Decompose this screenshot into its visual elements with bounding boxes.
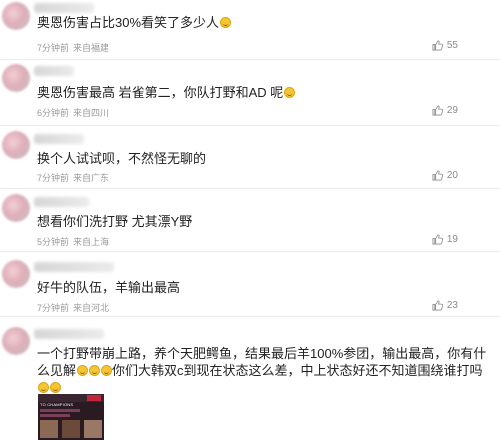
comment-feed: 奥恩伤害占比30%看笑了多少人 7分钟前 来自福建 55 奥恩伤害最高 岩雀第二，… bbox=[0, 0, 500, 440]
comment-text-content: 奥恩伤害占比30%看笑了多少人 bbox=[37, 15, 220, 30]
comment-time: 6分钟前 bbox=[37, 108, 70, 118]
thumbnail-title: TO CHAMPIONS bbox=[40, 402, 74, 407]
comment-source: 来自上海 bbox=[73, 237, 110, 247]
avatar[interactable] bbox=[2, 260, 30, 288]
comment-item: 好牛的队伍，羊输出最高 7分钟前 来自河北 23 bbox=[0, 252, 500, 317]
smile-emoji-icon bbox=[101, 365, 113, 376]
comment-item: 奥恩伤害占比30%看笑了多少人 7分钟前 来自福建 55 bbox=[0, 0, 500, 60]
comment-item: 想看你们洗打野 尤其漂Y野 5分钟前 来自上海 19 bbox=[0, 189, 500, 252]
thumbnail-portrait bbox=[62, 420, 80, 438]
smile-emoji-icon bbox=[77, 365, 89, 376]
comment-source: 来自福建 bbox=[73, 43, 110, 53]
like-button[interactable]: 23 bbox=[432, 300, 458, 311]
smile-emoji-icon bbox=[89, 365, 101, 376]
like-count: 55 bbox=[446, 40, 458, 51]
like-button[interactable]: 29 bbox=[432, 105, 458, 116]
thumbs-up-icon bbox=[432, 105, 443, 116]
comment-source: 来自四川 bbox=[73, 108, 110, 118]
username[interactable] bbox=[34, 262, 114, 272]
comment-text-content: 想看你们洗打野 尤其漂Y野 bbox=[37, 214, 193, 229]
username[interactable] bbox=[34, 329, 104, 339]
comment-text: 想看你们洗打野 尤其漂Y野 bbox=[37, 213, 192, 231]
thumbs-up-icon bbox=[432, 300, 443, 311]
username[interactable] bbox=[34, 66, 74, 76]
laughing-emoji-icon bbox=[220, 17, 232, 28]
smile-emoji-icon bbox=[50, 382, 61, 393]
comment-meta: 7分钟前 来自福建 bbox=[37, 41, 109, 54]
comment-text: 奥恩伤害占比30%看笑了多少人 bbox=[37, 14, 232, 32]
comment-text: 一个打野带崩上路，养个天肥鳄鱼，结果最后羊100%参团，输出最高，你有什么见解你… bbox=[37, 345, 487, 396]
avatar[interactable] bbox=[2, 2, 30, 30]
comment-item: 奥恩伤害最高 岩雀第二，你队打野和AD 呢 6分钟前 来自四川 29 bbox=[0, 60, 500, 126]
username[interactable] bbox=[34, 197, 89, 207]
comment-text: 奥恩伤害最高 岩雀第二，你队打野和AD 呢 bbox=[37, 84, 296, 102]
like-count: 23 bbox=[446, 300, 458, 311]
avatar[interactable] bbox=[2, 64, 30, 92]
username[interactable] bbox=[34, 3, 94, 13]
comment-text-content: 换个人试试呗，不然怪无聊的 bbox=[37, 151, 207, 166]
thumbs-up-icon bbox=[432, 40, 443, 51]
thumbnail-bar bbox=[40, 414, 70, 417]
like-button[interactable]: 19 bbox=[432, 234, 458, 245]
avatar[interactable] bbox=[2, 194, 30, 222]
thumbs-up-icon bbox=[432, 170, 443, 181]
comment-image-thumbnail[interactable]: TO CHAMPIONS bbox=[38, 394, 104, 440]
avatar[interactable] bbox=[2, 131, 30, 159]
comment-item: 换个人试试呗，不然怪无聊的 7分钟前 来自广东 20 bbox=[0, 126, 500, 189]
smile-emoji-icon bbox=[38, 382, 49, 393]
like-count: 19 bbox=[446, 234, 458, 245]
comment-time: 7分钟前 bbox=[37, 173, 70, 183]
like-count: 29 bbox=[446, 105, 458, 116]
comment-time: 7分钟前 bbox=[37, 303, 70, 313]
comment-time: 7分钟前 bbox=[37, 43, 70, 53]
comment-text: 好牛的队伍，羊输出最高 bbox=[37, 279, 180, 297]
comment-text-content: 你们大韩双c到现在状态这么差，中上状态好还不知道围绕谁打吗 bbox=[112, 363, 483, 378]
thumbnail-logo bbox=[87, 395, 101, 401]
thumbnail-bar bbox=[40, 409, 80, 412]
comment-text-content: 好牛的队伍，羊输出最高 bbox=[37, 280, 181, 295]
like-count: 20 bbox=[446, 170, 458, 181]
like-button[interactable]: 55 bbox=[432, 40, 458, 51]
comment-meta: 7分钟前 来自河北 bbox=[37, 301, 109, 314]
comment-text-content: 奥恩伤害最高 岩雀第二，你队打野和AD 呢 bbox=[37, 85, 284, 100]
smirk-emoji-icon bbox=[284, 87, 296, 98]
thumbnail-portrait bbox=[40, 420, 58, 438]
like-button[interactable]: 20 bbox=[432, 170, 458, 181]
comment-meta: 5分钟前 来自上海 bbox=[37, 235, 109, 248]
comment-text: 换个人试试呗，不然怪无聊的 bbox=[37, 150, 206, 168]
thumbs-up-icon bbox=[432, 234, 443, 245]
comment-meta: 6分钟前 来自四川 bbox=[37, 106, 109, 119]
username[interactable] bbox=[34, 134, 84, 144]
comment-time: 5分钟前 bbox=[37, 237, 70, 247]
comment-source: 来自广东 bbox=[73, 173, 110, 183]
comment-source: 来自河北 bbox=[73, 303, 110, 313]
comment-meta: 7分钟前 来自广东 bbox=[37, 171, 109, 184]
thumbnail-portrait bbox=[84, 420, 102, 438]
avatar[interactable] bbox=[2, 327, 30, 355]
